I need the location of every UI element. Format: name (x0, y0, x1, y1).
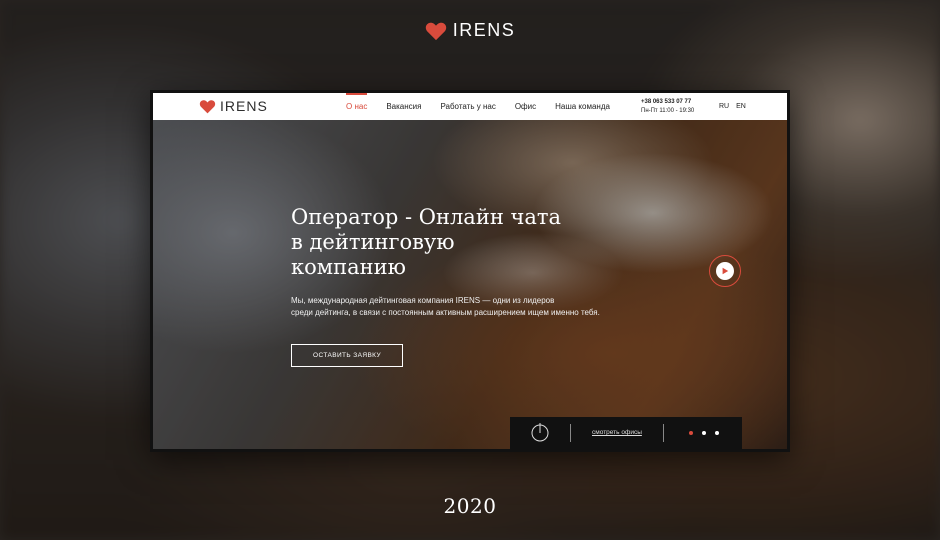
nav-menu: О нас Вакансия Работать у нас Офис Наша … (346, 93, 629, 120)
divider (663, 424, 664, 442)
hero-description: Мы, международная дейтинговая компания I… (291, 295, 651, 319)
slider-dot[interactable] (715, 431, 719, 435)
top-logo: IRENS (0, 20, 940, 41)
hero-description-line: Мы, международная дейтинговая компания I… (291, 296, 555, 305)
lang-ru[interactable]: RU (719, 93, 729, 120)
slider-dots (689, 431, 719, 435)
hero-title-line: компанию (291, 255, 406, 279)
heart-icon (425, 22, 446, 40)
nav-item-office[interactable]: Офис (515, 93, 536, 120)
site-logo-text: IRENS (220, 98, 268, 114)
hero-title-line: в дейтинговую (291, 230, 455, 254)
language-switcher: RU EN (719, 93, 746, 120)
nav-item-vacancy[interactable]: Вакансия (386, 93, 421, 120)
contact-info: +38 063 533 07 77 Пн-Пт 11:00 - 19:30 (641, 98, 694, 116)
nav-item-our-team[interactable]: Наша команда (555, 93, 610, 120)
clock-icon[interactable] (530, 423, 550, 443)
view-offices-link[interactable]: смотреть офисы (592, 417, 642, 449)
play-icon (716, 262, 734, 280)
apply-button[interactable]: ОСТАВИТЬ ЗАЯВКУ (291, 344, 403, 367)
divider (570, 424, 571, 442)
slider-dot[interactable] (702, 431, 706, 435)
heart-icon (199, 99, 216, 113)
hero-description-line: среди дейтинга, в связи с постоянным акт… (291, 308, 600, 317)
hero-title-line: Оператор - Онлайн чата (291, 205, 562, 229)
year-label: 2020 (443, 494, 497, 518)
site-preview-frame: IRENS О нас Вакансия Работать у нас Офис… (150, 90, 790, 452)
play-video-button[interactable] (709, 255, 741, 287)
nav-item-about[interactable]: О нас (346, 93, 368, 120)
nav-item-work-with-us[interactable]: Работать у нас (440, 93, 495, 120)
brand-name: IRENS (452, 20, 516, 40)
site-logo[interactable]: IRENS (199, 98, 268, 114)
top-navigation: IRENS О нас Вакансия Работать у нас Офис… (153, 93, 787, 120)
bottom-bar: смотреть офисы (510, 417, 742, 449)
phone-number[interactable]: +38 063 533 07 77 (641, 98, 694, 107)
working-hours: Пн-Пт 11:00 - 19:30 (641, 108, 695, 114)
hero-title: Оператор - Онлайн чата в дейтинговую ком… (291, 205, 591, 280)
slider-dot[interactable] (689, 431, 693, 435)
site-preview: IRENS О нас Вакансия Работать у нас Офис… (153, 93, 787, 449)
lang-en[interactable]: EN (736, 93, 746, 120)
